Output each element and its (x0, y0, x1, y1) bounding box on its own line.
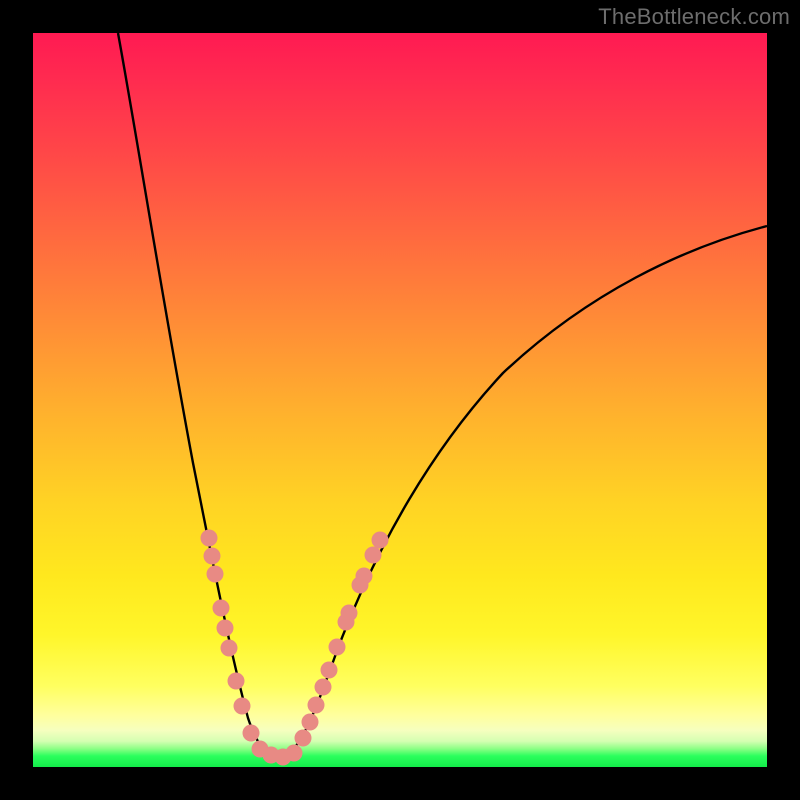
data-dot (207, 566, 224, 583)
data-dot (213, 600, 230, 617)
data-dot (228, 673, 245, 690)
chart-frame: TheBottleneck.com (0, 0, 800, 800)
curve-right-branch (279, 226, 767, 757)
data-dot (295, 730, 312, 747)
bottleneck-curve-svg (33, 33, 767, 767)
data-dot (372, 532, 389, 549)
data-dot (321, 662, 338, 679)
watermark-text: TheBottleneck.com (598, 4, 790, 30)
data-dot (308, 697, 325, 714)
data-dot (286, 745, 303, 762)
data-dot (204, 548, 221, 565)
data-dot (329, 639, 346, 656)
data-dot (356, 568, 373, 585)
data-dot (221, 640, 238, 657)
data-dot (315, 679, 332, 696)
curve-left-branch (118, 33, 279, 757)
data-dot (365, 547, 382, 564)
data-dot (302, 714, 319, 731)
data-dot (243, 725, 260, 742)
data-dot (217, 620, 234, 637)
data-dot (234, 698, 251, 715)
data-dot (201, 530, 218, 547)
data-dot (341, 605, 358, 622)
